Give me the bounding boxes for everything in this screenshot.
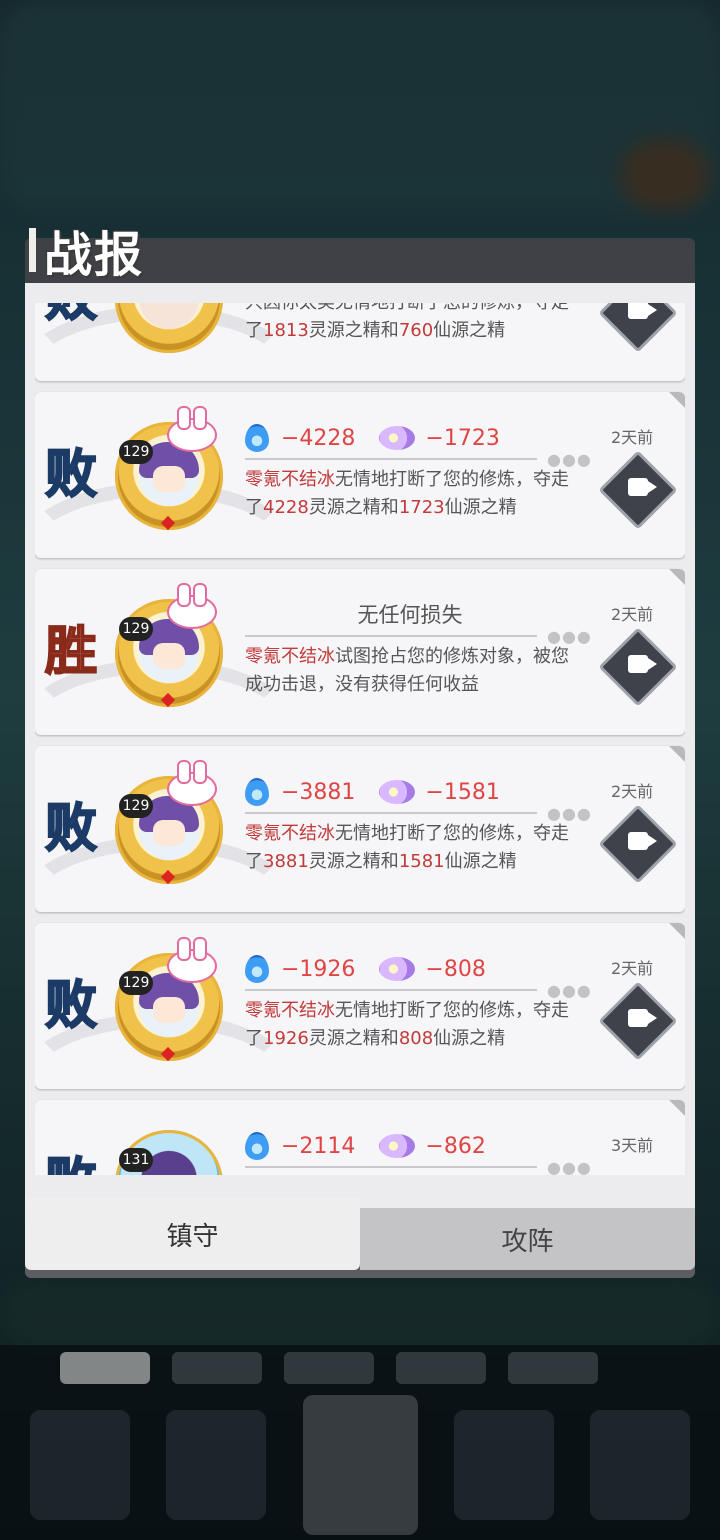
report-list: 败 只因你太美无情地打断了您的修炼，夺走了1813灵源之精和760仙源之精 败: [35, 303, 685, 1175]
video-replay-icon: [628, 1009, 657, 1027]
card-corner: [669, 1100, 685, 1116]
divider: [245, 458, 537, 460]
report-time: 2天前: [611, 959, 654, 978]
dots-decoration: ●●●: [547, 1158, 592, 1175]
report-card: 败 129 −3881 −1581 ●●● 零氪不结冰无情地打断了您的修炼，夺走…: [35, 746, 685, 912]
card-corner: [669, 392, 685, 408]
divider: [245, 635, 537, 637]
avatar-face: [153, 643, 185, 669]
level-badge: 129: [119, 440, 153, 464]
purple-crystal-icon: [379, 780, 416, 804]
avatar-portrait: [139, 303, 199, 329]
divider: [245, 1166, 537, 1168]
bottom-nav-item: [453, 1410, 554, 1520]
card-corner: [669, 569, 685, 585]
immortal-loss-value: −1581: [425, 779, 500, 805]
avatar-face: [153, 997, 185, 1023]
divider: [245, 989, 537, 991]
report-card: 败 129 −1926 −808 ●●● 零氪不结冰无情地打断了您的修炼，夺走了…: [35, 923, 685, 1089]
bottom-tab-blurred: [396, 1352, 486, 1384]
result-lose-label: 败: [44, 303, 98, 329]
bottom-nav-item: [30, 1410, 130, 1520]
gem-icon: [160, 515, 176, 531]
video-replay-icon: [628, 832, 657, 850]
report-time: 2天前: [611, 605, 654, 624]
title-accent-bar: [29, 228, 36, 272]
level-badge: 129: [119, 794, 153, 818]
avatar-face: [153, 820, 185, 846]
report-description: 零氪不结冰无情地打断了您的修炼，夺走了4228灵源之精和1723仙源之精: [245, 469, 569, 518]
card-corner: [669, 746, 685, 762]
bunny-ornament-icon: [167, 937, 217, 983]
gem-icon: [160, 692, 176, 708]
card-corner: [669, 923, 685, 939]
video-replay-icon: [628, 478, 657, 496]
report-time: 2天前: [611, 428, 654, 447]
bottom-nav-item-center: [302, 1395, 418, 1535]
bottom-nav-item: [166, 1410, 267, 1520]
purple-crystal-icon: [379, 957, 416, 981]
video-replay-icon: [628, 303, 657, 319]
spirit-loss-value: −2114: [281, 1133, 356, 1159]
bunny-ornament-icon: [167, 406, 217, 452]
purple-crystal-icon: [379, 1134, 416, 1158]
bottom-game-tabs: [60, 1352, 598, 1384]
bottom-nav-item: [590, 1410, 690, 1520]
spirit-loss-value: −3881: [281, 779, 356, 805]
avatar-face: [153, 466, 185, 492]
report-card: 胜 129 无任何损失 ●●● 零氪不结冰试图抢占您的修炼对象，被您成功击退，没…: [35, 569, 685, 735]
result-lose-label: 败: [44, 1152, 98, 1175]
blue-flame-icon: [245, 778, 269, 806]
battle-report-panel: 败 只因你太美无情地打断了您的修炼，夺走了1813灵源之精和760仙源之精 败: [25, 238, 695, 1278]
immortal-loss-value: −862: [425, 1133, 486, 1159]
loss-summary: −1926 −808: [245, 951, 486, 987]
tab-defend[interactable]: 镇守: [25, 1198, 360, 1270]
bunny-ornament-icon: [167, 760, 217, 806]
spirit-loss-value: −1926: [281, 956, 356, 982]
report-description: 零氪不结冰无情地打断了您的修炼，夺走了1926灵源之精和808仙源之精: [245, 1000, 569, 1049]
bottom-tab-blurred: [172, 1352, 262, 1384]
purple-crystal-icon: [379, 426, 416, 450]
bottom-tab-blurred: [60, 1352, 150, 1384]
report-description: 只因你太美无情地打断了您的修炼，夺走了1813灵源之精和760仙源之精: [245, 303, 569, 341]
report-time: 3天前: [611, 1136, 654, 1155]
gem-icon: [160, 1046, 176, 1062]
blue-flame-icon: [245, 1132, 269, 1160]
video-replay-icon: [628, 655, 657, 673]
no-loss-text: 无任何损失: [357, 603, 463, 627]
level-badge: 129: [119, 617, 153, 641]
bottom-nav: [30, 1395, 690, 1535]
result-win-label: 胜: [44, 621, 98, 683]
report-time: 2天前: [611, 782, 654, 801]
immortal-loss-value: −1723: [425, 425, 500, 451]
blue-flame-icon: [245, 424, 269, 452]
loss-summary: −3881 −1581: [245, 774, 500, 810]
result-lose-label: 败: [44, 444, 98, 506]
report-list-scroll[interactable]: 败 只因你太美无情地打断了您的修炼，夺走了1813灵源之精和760仙源之精 败: [35, 303, 685, 1175]
loss-summary: −2114 −862: [245, 1128, 486, 1164]
bottom-tab-blurred: [284, 1352, 374, 1384]
panel-body: 败 只因你太美无情地打断了您的修炼，夺走了1813灵源之精和760仙源之精 败: [25, 283, 695, 1235]
panel-title: 战报: [25, 215, 144, 285]
report-description: 零氪不结冰试图抢占您的修炼对象，被您成功击退，没有获得任何收益: [245, 646, 569, 695]
result-lose-label: 败: [44, 975, 98, 1037]
gem-icon: [160, 869, 176, 885]
tab-attack[interactable]: 攻阵: [360, 1208, 695, 1270]
level-badge: 131: [119, 1148, 153, 1172]
bunny-ornament-icon: [167, 583, 217, 629]
panel-tabs: 镇守 攻阵: [25, 1198, 695, 1270]
loss-summary: −4228 −1723: [245, 420, 500, 456]
immortal-loss-value: −808: [425, 956, 486, 982]
report-card: 败 只因你太美无情地打断了您的修炼，夺走了1813灵源之精和760仙源之精: [35, 303, 685, 381]
report-description: 零氪不结冰无情地打断了您的修炼，夺走了3881灵源之精和1581仙源之精: [245, 823, 569, 872]
bottom-tab-blurred: [508, 1352, 598, 1384]
report-card: 败 129 −4228 −1723 ●●● 零氪不结冰无情地打断了您的修炼，夺走…: [35, 392, 685, 558]
report-card: 败 131 −2114 −862 ●●● 3天前: [35, 1100, 685, 1175]
level-badge: 129: [119, 971, 153, 995]
page-title: 战报: [44, 227, 145, 283]
blue-flame-icon: [245, 955, 269, 983]
result-lose-label: 败: [44, 798, 98, 860]
divider: [245, 812, 537, 814]
spirit-loss-value: −4228: [281, 425, 356, 451]
